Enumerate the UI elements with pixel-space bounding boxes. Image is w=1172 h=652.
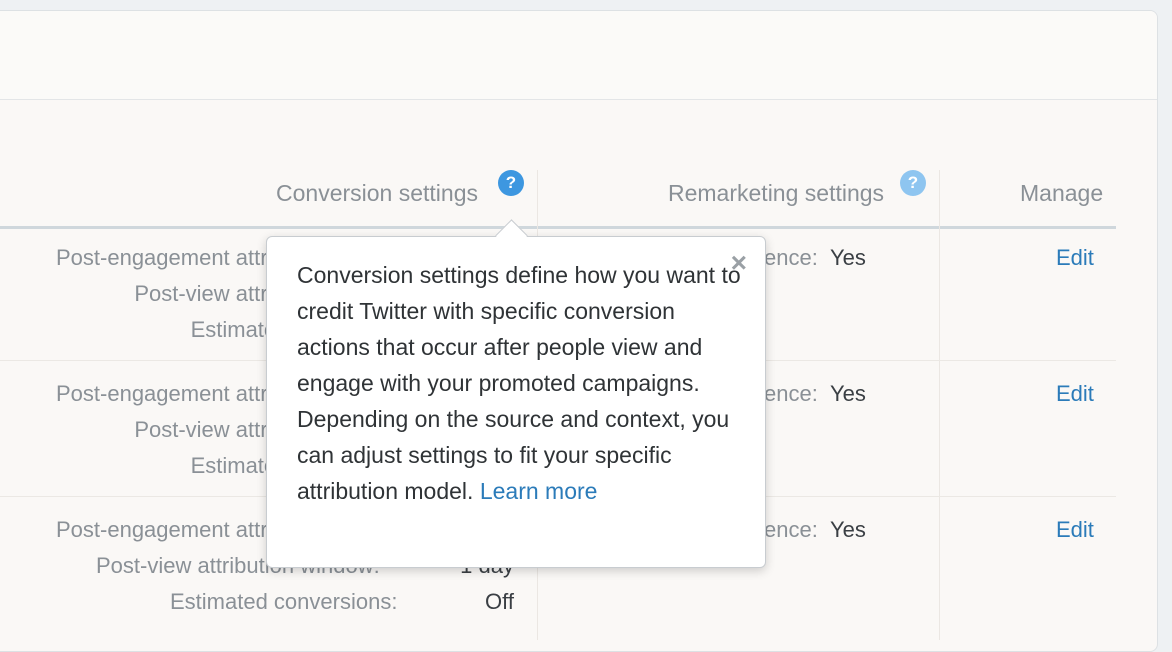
column-header-conversion: Conversion settings [276, 180, 478, 206]
tooltip-text: Conversion settings define how you want … [297, 262, 741, 504]
column-header-manage: Manage [1020, 180, 1104, 206]
edit-link[interactable]: Edit [1056, 517, 1094, 543]
help-icon-conversion[interactable]: ? [498, 170, 524, 196]
conversion-settings-tooltip: Conversion settings define how you want … [266, 236, 766, 568]
audience-value: Yes [830, 245, 866, 270]
panel-header [0, 11, 1157, 100]
estimated-conversions-value: Off [485, 589, 514, 614]
close-icon[interactable]: × [731, 247, 747, 279]
edit-link[interactable]: Edit [1056, 245, 1094, 271]
learn-more-link[interactable]: Learn more [480, 478, 598, 504]
audience-value: Yes [830, 517, 866, 542]
header-divider [0, 226, 1116, 229]
estimated-conversions-label: Estimated conversions: [170, 589, 398, 614]
audience-value: Yes [830, 381, 866, 406]
edit-link[interactable]: Edit [1056, 381, 1094, 407]
help-icon-remarketing[interactable]: ? [900, 170, 926, 196]
tooltip-body: Conversion settings define how you want … [297, 257, 747, 509]
column-header-remarketing: Remarketing settings [668, 180, 885, 206]
column-divider [939, 170, 940, 640]
